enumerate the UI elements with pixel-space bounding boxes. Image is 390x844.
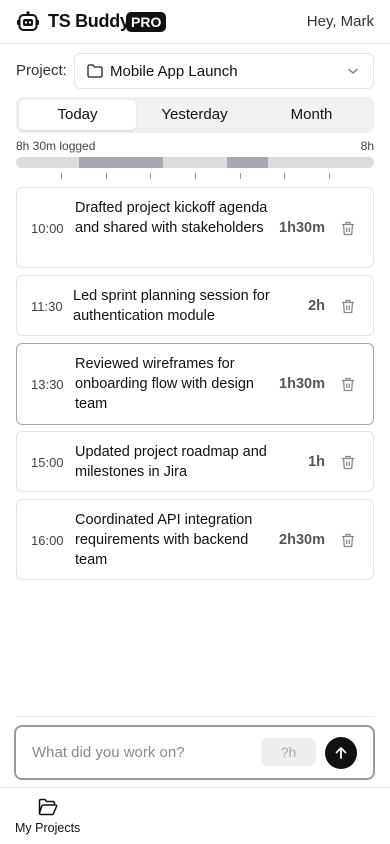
- trash-icon[interactable]: [341, 221, 355, 236]
- timeline-tick: [240, 173, 241, 179]
- time-entry[interactable]: 16:00 Coordinated API integration requir…: [16, 499, 374, 580]
- timeline-tick: [284, 173, 285, 179]
- timeline-segment: [79, 157, 163, 168]
- timeline-segment: [227, 157, 268, 168]
- project-label: Project:: [16, 62, 67, 79]
- chevron-down-icon: [348, 68, 358, 74]
- entry-description: Updated project roadmap and milestones i…: [75, 444, 267, 480]
- tab-month[interactable]: Month: [253, 100, 370, 130]
- timeline-tick: [106, 173, 107, 179]
- bottom-nav: My Projects: [0, 787, 390, 844]
- tab-yesterday[interactable]: Yesterday: [136, 100, 253, 130]
- arrow-up-icon: [335, 747, 347, 759]
- timeline-tick: [195, 173, 196, 179]
- nav-my-projects[interactable]: My Projects: [12, 796, 86, 840]
- time-entry[interactable]: 10:00 Drafted project kickoff agenda and…: [16, 187, 374, 268]
- time-entry[interactable]: 11:30 Led sprint planning session for au…: [16, 275, 374, 336]
- entry-description: Drafted project kickoff agenda and share…: [75, 200, 268, 236]
- timeline-tick: [150, 173, 151, 179]
- entry-duration: 2h: [308, 298, 325, 314]
- entry-time: 10:00: [31, 221, 64, 236]
- folder-icon: [87, 64, 103, 78]
- work-description-input[interactable]: [32, 741, 257, 763]
- pro-badge: PRO: [126, 12, 167, 32]
- time-entry[interactable]: 15:00 Updated project roadmap and milest…: [16, 431, 374, 492]
- entry-time: 15:00: [31, 455, 64, 470]
- time-entry[interactable]: 13:30 Reviewed wireframes for onboarding…: [16, 343, 374, 425]
- entry-composer: ?h: [14, 725, 375, 780]
- logged-hours-label: 8h 30m logged: [16, 139, 96, 153]
- timeline-tick: [61, 173, 62, 179]
- folder-open-icon: [38, 798, 58, 816]
- composer-divider: [16, 716, 374, 717]
- entry-description: Led sprint planning session for authenti…: [73, 288, 270, 324]
- entry-duration: 1h30m: [279, 376, 325, 392]
- tab-today[interactable]: Today: [19, 100, 136, 130]
- period-tabs: Today Yesterday Month: [16, 97, 374, 133]
- user-greeting[interactable]: Hey, Mark: [307, 13, 374, 30]
- max-hours-label: 8h: [360, 139, 374, 153]
- nav-label: My Projects: [15, 821, 81, 835]
- timeline-tick: [329, 173, 330, 179]
- trash-icon[interactable]: [341, 377, 355, 392]
- entry-duration: 2h30m: [279, 532, 325, 548]
- timeline-bar: [16, 157, 374, 168]
- entry-time: 13:30: [31, 377, 64, 392]
- entry-duration: 1h30m: [279, 220, 325, 236]
- entry-duration: 1h: [308, 454, 325, 470]
- trash-icon[interactable]: [341, 455, 355, 470]
- project-select[interactable]: Mobile App Launch: [74, 53, 374, 89]
- send-button[interactable]: [325, 737, 357, 769]
- trash-icon[interactable]: [341, 533, 355, 548]
- trash-icon[interactable]: [341, 299, 355, 314]
- app-header: TS Buddy PRO Hey, Mark: [0, 0, 390, 44]
- entry-description: Reviewed wireframes for onboarding flow …: [75, 356, 254, 412]
- hours-input[interactable]: ?h: [261, 738, 316, 766]
- entry-description: Coordinated API integration requirements…: [75, 512, 253, 568]
- brand-name: TS Buddy: [48, 11, 130, 31]
- project-selected-value: Mobile App Launch: [110, 63, 238, 80]
- entry-time: 16:00: [31, 533, 64, 548]
- robot-icon: [17, 11, 39, 31]
- entry-time: 11:30: [31, 299, 63, 314]
